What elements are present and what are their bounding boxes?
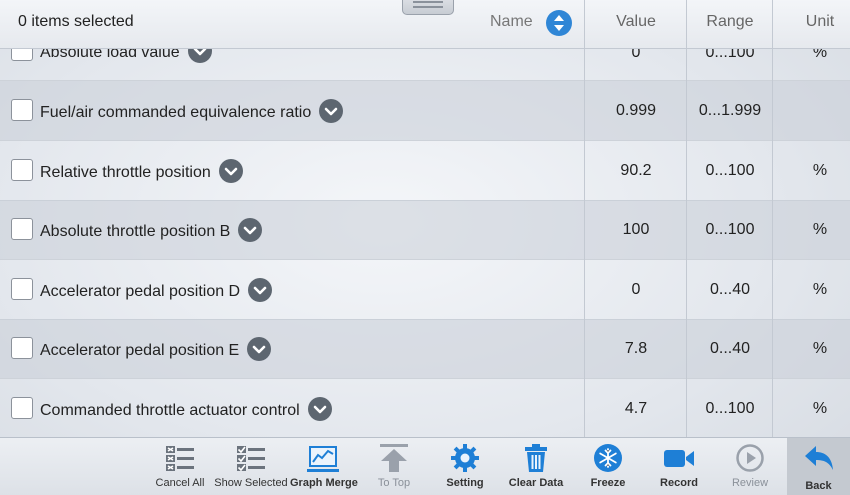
list-item[interactable]: Commanded throttle actuator control 4.7 … bbox=[0, 379, 850, 437]
item-range: 0...100 bbox=[705, 162, 755, 179]
setting-icon bbox=[451, 444, 479, 472]
row-checkbox[interactable] bbox=[11, 49, 33, 61]
list-item[interactable]: Relative throttle position 90.2 0...100 … bbox=[0, 141, 850, 201]
row-checkbox[interactable] bbox=[11, 397, 33, 419]
column-divider bbox=[686, 0, 687, 437]
column-divider bbox=[584, 0, 585, 437]
item-unit: % bbox=[812, 281, 828, 298]
record-label: Record bbox=[660, 477, 698, 489]
back-button[interactable]: Back bbox=[787, 438, 850, 495]
cancel-all-icon bbox=[166, 446, 194, 471]
back-label: Back bbox=[805, 480, 832, 492]
item-unit: % bbox=[812, 221, 828, 238]
show-selected-label: Show Selected bbox=[214, 477, 288, 489]
item-unit: % bbox=[812, 49, 828, 61]
item-value: 4.7 bbox=[624, 400, 648, 417]
freeze-button[interactable]: Freeze bbox=[578, 438, 638, 495]
item-range: 0...1.999 bbox=[698, 102, 762, 119]
item-range: 0...40 bbox=[709, 340, 751, 357]
show-selected-button[interactable]: Show Selected bbox=[213, 438, 289, 495]
cancel-all-label: Cancel All bbox=[155, 477, 205, 489]
list-header: 0 items selected Name Value Range Unit bbox=[0, 0, 850, 49]
setting-button[interactable]: Setting bbox=[434, 438, 496, 495]
graph-merge-icon bbox=[307, 446, 339, 472]
column-header-value: Value bbox=[616, 13, 656, 30]
graph-merge-button[interactable]: Graph Merge bbox=[290, 438, 358, 495]
column-header-range: Range bbox=[706, 13, 754, 30]
clear-data-icon bbox=[525, 444, 547, 472]
item-value: 7.8 bbox=[624, 340, 648, 357]
chevron-down-icon[interactable] bbox=[218, 159, 243, 183]
selection-count: 0 items selected bbox=[18, 13, 134, 30]
item-name: Absolute load value bbox=[40, 49, 180, 62]
item-name: Relative throttle position bbox=[40, 164, 211, 182]
item-value: 0 bbox=[631, 49, 641, 61]
cancel-all-button[interactable]: Cancel All bbox=[150, 438, 210, 495]
item-unit: % bbox=[812, 400, 828, 417]
setting-label: Setting bbox=[446, 477, 484, 489]
record-icon bbox=[664, 450, 694, 467]
record-button[interactable]: Record bbox=[648, 438, 710, 495]
column-divider bbox=[772, 0, 773, 437]
list-item[interactable]: Fuel/air commanded equivalence ratio 0.9… bbox=[0, 81, 850, 141]
row-checkbox[interactable] bbox=[11, 337, 33, 359]
data-stream-list[interactable]: Absolute load value 0 0...100 % Fuel/air… bbox=[0, 49, 850, 437]
list-item[interactable]: Absolute load value 0 0...100 % bbox=[0, 49, 850, 81]
list-item[interactable]: Accelerator pedal position E 7.8 0...40 … bbox=[0, 319, 850, 379]
item-range: 0...100 bbox=[705, 49, 755, 61]
list-item[interactable]: Accelerator pedal position D 0 0...40 % bbox=[0, 260, 850, 320]
row-checkbox[interactable] bbox=[11, 159, 33, 181]
item-name: Commanded throttle actuator control bbox=[40, 402, 300, 420]
show-selected-icon bbox=[237, 446, 265, 472]
item-name: Accelerator pedal position D bbox=[40, 283, 241, 301]
column-header-unit: Unit bbox=[805, 13, 835, 30]
item-unit: % bbox=[812, 162, 828, 179]
back-icon bbox=[804, 446, 833, 470]
item-name: Accelerator pedal position E bbox=[40, 342, 240, 360]
freeze-label: Freeze bbox=[590, 477, 626, 489]
item-range: 0...100 bbox=[705, 221, 755, 238]
to-top-label: To Top bbox=[377, 477, 411, 489]
item-unit: % bbox=[812, 340, 828, 357]
item-range: 0...40 bbox=[709, 281, 751, 298]
review-icon bbox=[736, 444, 764, 472]
chevron-down-icon[interactable] bbox=[187, 49, 212, 63]
chevron-down-icon[interactable] bbox=[238, 218, 263, 242]
list-item[interactable]: Absolute throttle position B 100 0...100… bbox=[0, 200, 850, 260]
sort-icon[interactable] bbox=[546, 10, 572, 36]
item-value: 0 bbox=[631, 281, 641, 298]
chevron-down-icon[interactable] bbox=[319, 99, 344, 123]
item-value: 90.2 bbox=[620, 162, 652, 179]
chevron-down-icon[interactable] bbox=[248, 278, 273, 302]
chevron-down-icon[interactable] bbox=[307, 397, 332, 421]
item-value: 0.999 bbox=[615, 102, 657, 119]
item-name: Absolute throttle position B bbox=[40, 223, 231, 241]
row-checkbox[interactable] bbox=[11, 99, 33, 121]
item-range: 0...100 bbox=[705, 400, 755, 417]
item-value: 100 bbox=[622, 221, 650, 238]
clear-data-label: Clear Data bbox=[508, 477, 564, 489]
chevron-down-icon[interactable] bbox=[247, 337, 272, 361]
clear-data-button[interactable]: Clear Data bbox=[504, 438, 568, 495]
row-checkbox[interactable] bbox=[11, 218, 33, 240]
drawer-handle[interactable] bbox=[402, 0, 454, 15]
row-checkbox[interactable] bbox=[11, 278, 33, 300]
freeze-icon bbox=[594, 444, 622, 472]
review-button[interactable]: Review bbox=[720, 438, 780, 495]
sort-by-name-label[interactable]: Name bbox=[490, 13, 533, 31]
review-label: Review bbox=[731, 477, 769, 489]
bottom-toolbar: Cancel All Show Selected Graph Merge To … bbox=[0, 437, 850, 495]
item-name: Fuel/air commanded equivalence ratio bbox=[40, 104, 312, 122]
to-top-button[interactable]: To Top bbox=[364, 438, 424, 495]
to-top-icon bbox=[380, 444, 408, 472]
graph-merge-label: Graph Merge bbox=[290, 477, 358, 489]
